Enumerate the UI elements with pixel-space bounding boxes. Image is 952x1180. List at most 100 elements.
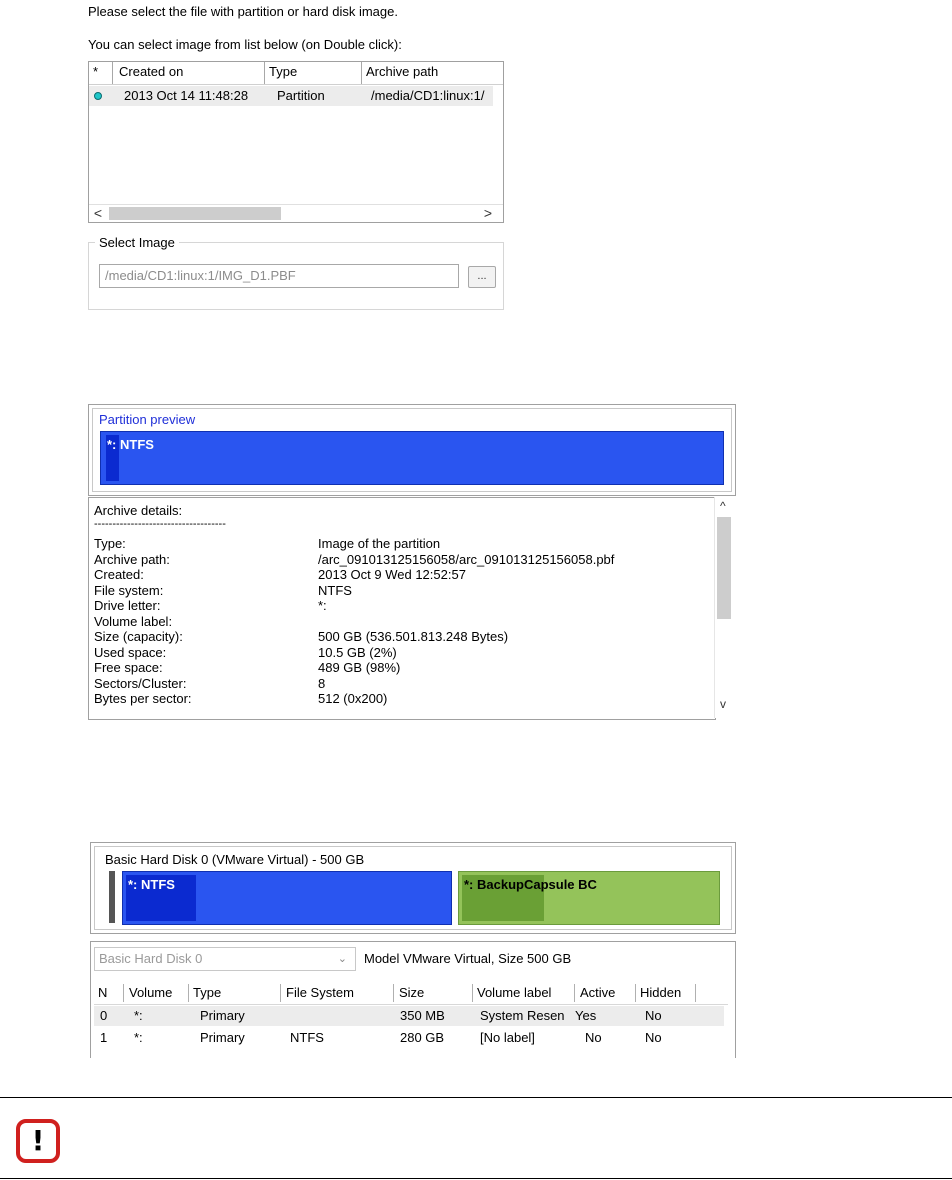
cell-size: 280 GB bbox=[400, 1030, 445, 1045]
column-header-file-system[interactable]: File System bbox=[281, 984, 394, 1002]
partition-preview-inner: Partition preview *: NTFS bbox=[92, 408, 732, 492]
details-keys: Type: Archive path: Created: File system… bbox=[94, 536, 192, 707]
column-header-volume[interactable]: Volume bbox=[124, 984, 189, 1002]
scroll-up-icon[interactable]: ^ bbox=[720, 499, 726, 513]
detail-key: Used space: bbox=[94, 644, 167, 660]
disk-handle bbox=[109, 871, 115, 923]
detail-key: File system: bbox=[94, 582, 164, 598]
cell-volume: *: bbox=[134, 1008, 143, 1023]
cell-n: 1 bbox=[100, 1030, 108, 1045]
archive-details-title: Archive details: bbox=[94, 503, 183, 518]
detail-value: *: bbox=[318, 598, 327, 613]
cell-volume: *: bbox=[134, 1030, 143, 1045]
horizontal-scrollbar[interactable]: < > bbox=[89, 204, 503, 222]
note-top-rule bbox=[0, 1097, 952, 1098]
disk-partition-label: *: BackupCapsule BC bbox=[464, 877, 597, 892]
image-list[interactable]: * Created on Type Archive path 2013 Oct … bbox=[88, 61, 504, 223]
column-header-hidden[interactable]: Hidden bbox=[636, 984, 696, 1002]
detail-key: Size (capacity): bbox=[94, 629, 183, 644]
detail-value: 8 bbox=[318, 675, 326, 691]
column-header-n[interactable]: N bbox=[94, 984, 124, 1002]
disk-map-panel: Basic Hard Disk 0 (VMware Virtual) - 500… bbox=[90, 842, 736, 934]
disk-partition-ntfs[interactable]: *: NTFS bbox=[122, 871, 452, 925]
detail-value: Image of the partition bbox=[318, 536, 441, 551]
volume-table-header: N Volume Type File System Size Volume la… bbox=[94, 984, 728, 1005]
cell-active: Yes bbox=[575, 1008, 597, 1023]
column-header-active[interactable]: Active bbox=[575, 984, 636, 1002]
detail-key: Created: bbox=[94, 567, 144, 582]
detail-key: Archive path: bbox=[94, 551, 170, 567]
instruction-text-1: Please select the file with partition or… bbox=[88, 4, 398, 19]
details-vertical-scrollbar[interactable]: ^ v bbox=[714, 497, 733, 718]
cell-hidden: No bbox=[645, 1030, 662, 1045]
column-header-type[interactable]: Type bbox=[189, 984, 281, 1002]
note-bottom-rule bbox=[0, 1178, 952, 1179]
row-archive-path: /media/CD1:linux:1/ bbox=[371, 88, 485, 103]
exclamation-warning-icon: ! bbox=[16, 1119, 60, 1163]
column-header-volume-label[interactable]: Volume label bbox=[473, 984, 575, 1002]
archive-details-box: Archive details: -----------------------… bbox=[88, 497, 716, 720]
image-list-row[interactable]: 2013 Oct 14 11:48:28 Partition /media/CD… bbox=[89, 86, 493, 106]
column-header-type[interactable]: Type bbox=[265, 62, 362, 84]
disk-model-info: Model VMware Virtual, Size 500 GB bbox=[364, 951, 572, 966]
chevron-down-icon: ⌄ bbox=[337, 953, 347, 965]
column-header-size[interactable]: Size bbox=[394, 984, 473, 1002]
cell-size: 350 MB bbox=[400, 1008, 445, 1023]
cell-type: Primary bbox=[200, 1008, 245, 1023]
scroll-down-icon[interactable]: v bbox=[720, 697, 726, 711]
partition-preview-panel: Partition preview *: NTFS bbox=[88, 404, 736, 496]
disk-partition-backupcapsule[interactable]: *: BackupCapsule BC bbox=[458, 871, 720, 925]
select-image-group-title: Select Image bbox=[95, 235, 179, 250]
cell-file-system: NTFS bbox=[290, 1030, 324, 1045]
browse-button[interactable]: ... bbox=[468, 266, 496, 288]
detail-key: Type: bbox=[94, 536, 126, 551]
image-path-field[interactable]: /media/CD1:linux:1/IMG_D1.PBF bbox=[99, 264, 459, 288]
cell-n: 0 bbox=[100, 1008, 108, 1023]
disk-map-inner: Basic Hard Disk 0 (VMware Virtual) - 500… bbox=[94, 846, 732, 930]
partition-preview-title: Partition preview bbox=[99, 412, 196, 427]
row-created-on: 2013 Oct 14 11:48:28 bbox=[124, 88, 249, 103]
volume-table-row[interactable]: 1 *: Primary NTFS 280 GB [No label] No N… bbox=[94, 1028, 724, 1048]
warning-glyph: ! bbox=[31, 1124, 45, 1157]
scroll-right-icon[interactable]: > bbox=[479, 205, 497, 222]
partition-label: *: NTFS bbox=[107, 437, 154, 452]
disk-partition-label: *: NTFS bbox=[128, 877, 175, 892]
detail-value: 500 GB (536.501.813.248 Bytes) bbox=[318, 629, 509, 644]
cell-type: Primary bbox=[200, 1030, 245, 1045]
scrollbar-thumb[interactable] bbox=[109, 207, 281, 220]
volume-table-row[interactable]: 0 *: Primary 350 MB System Resen Yes No bbox=[94, 1006, 724, 1026]
volume-table-panel: Basic Hard Disk 0 ⌄ Model VMware Virtual… bbox=[90, 941, 736, 1058]
detail-value: /arc_091013125156058/arc_091013125156058… bbox=[318, 551, 615, 567]
disk-select-value: Basic Hard Disk 0 bbox=[99, 951, 203, 966]
instruction-text-2: You can select image from list below (on… bbox=[88, 37, 402, 52]
detail-key: Free space: bbox=[94, 660, 163, 675]
detail-value: 2013 Oct 9 Wed 12:52:57 bbox=[318, 567, 466, 582]
selected-row-icon bbox=[94, 92, 102, 100]
disk-select-dropdown[interactable]: Basic Hard Disk 0 ⌄ bbox=[94, 947, 356, 971]
cell-volume-label: [No label] bbox=[480, 1030, 535, 1045]
details-values: Image of the partition /arc_091013125156… bbox=[318, 536, 614, 707]
detail-value: 10.5 GB (2%) bbox=[318, 644, 397, 660]
scrollbar-thumb[interactable] bbox=[717, 517, 731, 619]
detail-value bbox=[318, 614, 614, 630]
disk-title: Basic Hard Disk 0 (VMware Virtual) - 500… bbox=[105, 852, 365, 867]
row-type: Partition bbox=[277, 88, 325, 103]
detail-value: 512 (0x200) bbox=[318, 691, 388, 706]
select-image-group: Select Image /media/CD1:linux:1/IMG_D1.P… bbox=[88, 235, 504, 310]
detail-key: Bytes per sector: bbox=[94, 691, 192, 706]
detail-key: Drive letter: bbox=[94, 598, 161, 613]
detail-value: NTFS bbox=[318, 582, 352, 598]
cell-hidden: No bbox=[645, 1008, 662, 1023]
cell-active: No bbox=[585, 1030, 602, 1045]
image-list-header: * Created on Type Archive path bbox=[89, 62, 503, 85]
partition-block-ntfs[interactable]: *: NTFS bbox=[100, 431, 724, 485]
cell-volume-label: System Resen bbox=[480, 1008, 565, 1023]
detail-key: Volume label: bbox=[94, 613, 173, 629]
details-separator: ------------------------------------ bbox=[94, 518, 226, 530]
detail-key: Sectors/Cluster: bbox=[94, 675, 187, 691]
column-header-archive-path[interactable]: Archive path bbox=[362, 62, 495, 84]
detail-value: 489 GB (98%) bbox=[318, 660, 401, 675]
column-header-created-on[interactable]: Created on bbox=[115, 62, 265, 84]
scroll-left-icon[interactable]: < bbox=[89, 205, 107, 222]
column-header-star[interactable]: * bbox=[89, 62, 113, 84]
